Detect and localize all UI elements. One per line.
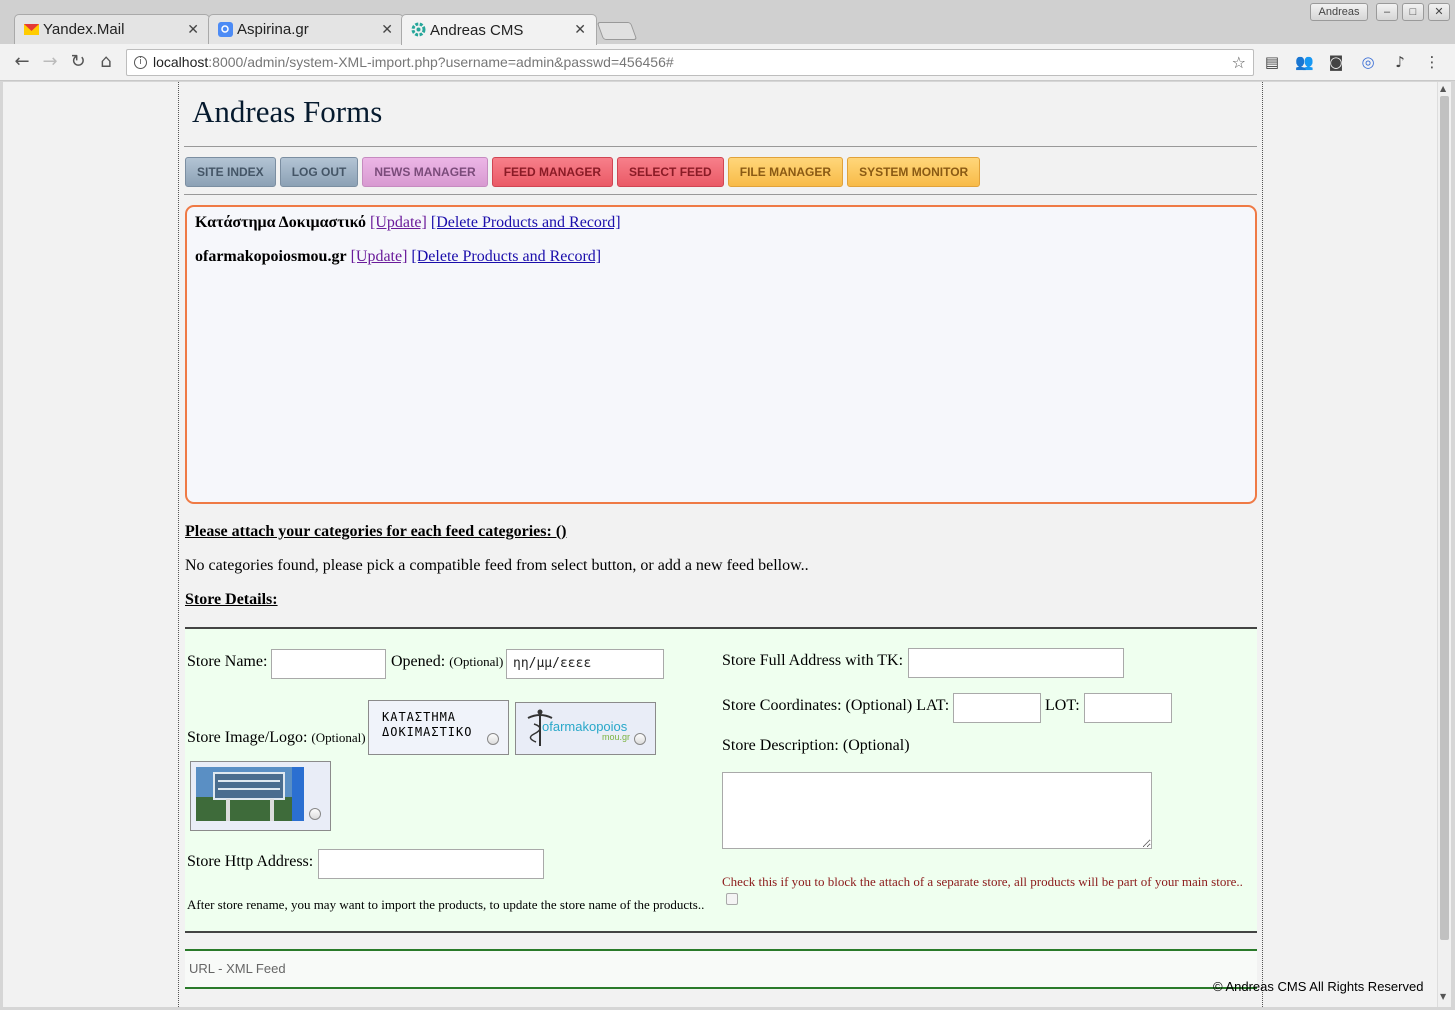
close-icon[interactable]: ✕ <box>381 21 393 38</box>
feed-name: Κατάστημα Δοκιμαστικό <box>195 214 366 231</box>
scroll-up-icon[interactable]: ▲ <box>1440 84 1446 93</box>
feed-update-link[interactable]: [Update] <box>370 214 427 231</box>
footer-copyright: © Andreas CMS All Rights Reserved <box>1213 979 1424 994</box>
feed-row: Κατάστημα Δοκιμαστικό [Update] [Delete Pr… <box>195 214 621 232</box>
opened-date-input[interactable]: ηη/μμ/εεεε <box>506 649 664 679</box>
feed-delete-link[interactable]: [Delete Products and Record] <box>431 214 621 231</box>
close-icon[interactable]: ✕ <box>187 21 199 38</box>
new-tab-button[interactable] <box>596 22 638 40</box>
store-details-heading: Store Details: <box>185 591 278 608</box>
block-store-note: Check this if you to block the attach of… <box>722 874 1243 889</box>
opened-label: Opened: (Optional) <box>391 653 504 670</box>
reader-extension-icon[interactable]: ▤ <box>1263 53 1281 71</box>
store-http-input[interactable] <box>318 849 544 879</box>
url-xml-feed-section: URL - XML Feed <box>185 949 1257 989</box>
tab-title: Aspirina.gr <box>237 21 309 38</box>
home-icon[interactable]: ⌂ <box>95 51 117 73</box>
forward-icon[interactable]: → <box>39 51 61 73</box>
page-viewport: Andreas Forms SITE INDEX LOG OUT NEWS MA… <box>3 82 1437 1007</box>
select-feed-button[interactable]: SELECT FEED <box>617 157 724 187</box>
lot-input[interactable] <box>1084 693 1172 723</box>
info-icon[interactable]: i <box>134 56 147 69</box>
scrollbar-thumb[interactable] <box>1440 96 1449 940</box>
logo-text: ΚΑΤΑΣΤΗΜΑ ΔΟΚΙΜΑΣΤΙΚΟ <box>382 710 473 739</box>
logo-option-store-text[interactable]: ΚΑΤΑΣΤΗΜΑ ΔΟΚΙΜΑΣΤΙΚΟ <box>368 700 509 755</box>
music-extension-icon[interactable]: ♪ <box>1391 53 1409 71</box>
logo-radio[interactable] <box>487 733 499 745</box>
reload-icon[interactable]: ↻ <box>67 51 89 73</box>
logo-option-photo[interactable] <box>190 761 331 831</box>
tab-title: Yandex.Mail <box>43 21 125 38</box>
feed-list-box: Κατάστημα Δοκιμαστικό [Update] [Delete Pr… <box>185 205 1257 504</box>
log-out-button[interactable]: LOG OUT <box>279 157 359 187</box>
rename-note: After store rename, you may want to impo… <box>187 897 705 912</box>
url-host: localhost <box>153 54 209 70</box>
divider <box>184 146 1257 147</box>
scroll-down-icon[interactable]: ▼ <box>1440 992 1446 1001</box>
lot-label: LOT: <box>1045 697 1080 714</box>
logo-brand-domain: mou.gr <box>602 732 631 742</box>
site-index-button[interactable]: SITE INDEX <box>185 157 276 187</box>
tab-aspirina[interactable]: Aspirina.gr ✕ <box>208 14 404 44</box>
categories-heading: Please attach your categories for each f… <box>185 523 567 540</box>
feed-name: ofarmakopoiosmou.gr <box>195 248 347 265</box>
description-label: Store Description: (Optional) <box>722 737 910 754</box>
main-nav: SITE INDEX LOG OUT NEWS MANAGER FEED MAN… <box>185 157 981 187</box>
back-icon[interactable]: ← <box>11 51 33 73</box>
store-image-label: Store Image/Logo: (Optional) <box>187 729 366 746</box>
coordinates-label: Store Coordinates: (Optional) LAT: <box>722 697 950 714</box>
camera-extension-icon[interactable]: ◙ <box>1327 53 1345 71</box>
url-path: :8000/admin/system-XML-import.php?userna… <box>208 54 674 70</box>
tab-yandex-mail[interactable]: Yandex.Mail ✕ <box>14 14 210 44</box>
logo-option-farmakopoios[interactable]: ofarmakopoios mou.gr <box>515 702 656 755</box>
store-details-form: Store Name: Opened: (Optional) ηη/μμ/εεε… <box>185 627 1257 933</box>
store-name-input[interactable] <box>271 649 386 679</box>
logo-radio[interactable] <box>634 733 646 745</box>
close-window-icon[interactable]: ✕ <box>1428 3 1450 21</box>
url-feed-label: URL - XML Feed <box>189 961 286 976</box>
system-monitor-button[interactable]: SYSTEM MONITOR <box>847 157 981 187</box>
gear-icon <box>411 22 426 37</box>
address-label: Store Full Address with TK: <box>722 652 904 669</box>
menu-icon[interactable]: ⋮ <box>1423 53 1441 71</box>
feed-manager-button[interactable]: FEED MANAGER <box>491 157 614 187</box>
page-container: Andreas Forms SITE INDEX LOG OUT NEWS MA… <box>178 82 1263 1007</box>
address-bar[interactable]: i localhost:8000/admin/system-XML-import… <box>126 49 1254 76</box>
tab-title: Andreas CMS <box>430 21 524 39</box>
store-photo-icon <box>196 767 304 821</box>
description-textarea[interactable] <box>722 772 1152 849</box>
people-extension-icon[interactable]: 👥 <box>1295 53 1314 71</box>
bookmark-star-icon[interactable]: ☆ <box>1232 50 1246 75</box>
feed-row: ofarmakopoiosmou.gr [Update] [Delete Prod… <box>195 248 601 266</box>
feed-update-link[interactable]: [Update] <box>351 248 408 265</box>
page-title: Andreas Forms <box>192 94 383 129</box>
vertical-scrollbar[interactable]: ▲ ▼ <box>1437 82 1451 1007</box>
address-input[interactable] <box>908 648 1124 678</box>
categories-message: No categories found, please pick a compa… <box>185 557 809 574</box>
maximize-icon[interactable]: □ <box>1402 3 1424 21</box>
search-icon <box>218 22 233 37</box>
feed-delete-link[interactable]: [Delete Products and Record] <box>411 248 601 265</box>
store-name-label: Store Name: <box>187 653 268 670</box>
minimize-icon[interactable]: – <box>1376 3 1398 21</box>
browser-tab-bar: Yandex.Mail ✕ Aspirina.gr ✕ Andreas CMS … <box>0 0 1455 45</box>
file-manager-button[interactable]: FILE MANAGER <box>727 157 844 187</box>
tab-andreas-cms[interactable]: Andreas CMS ✕ <box>401 14 597 45</box>
block-store-checkbox[interactable] <box>726 893 738 905</box>
profile-badge[interactable]: Andreas <box>1310 3 1368 21</box>
logo-radio[interactable] <box>309 808 321 820</box>
news-manager-button[interactable]: NEWS MANAGER <box>362 157 488 187</box>
divider <box>184 194 1257 195</box>
close-icon[interactable]: ✕ <box>574 21 586 38</box>
browser-toolbar: ← → ↻ ⌂ i localhost:8000/admin/system-XM… <box>0 44 1455 81</box>
yandex-mail-icon <box>24 22 39 37</box>
lat-input[interactable] <box>953 693 1041 723</box>
sync-extension-icon[interactable]: ◎ <box>1359 53 1377 71</box>
store-http-label: Store Http Address: <box>187 853 314 870</box>
